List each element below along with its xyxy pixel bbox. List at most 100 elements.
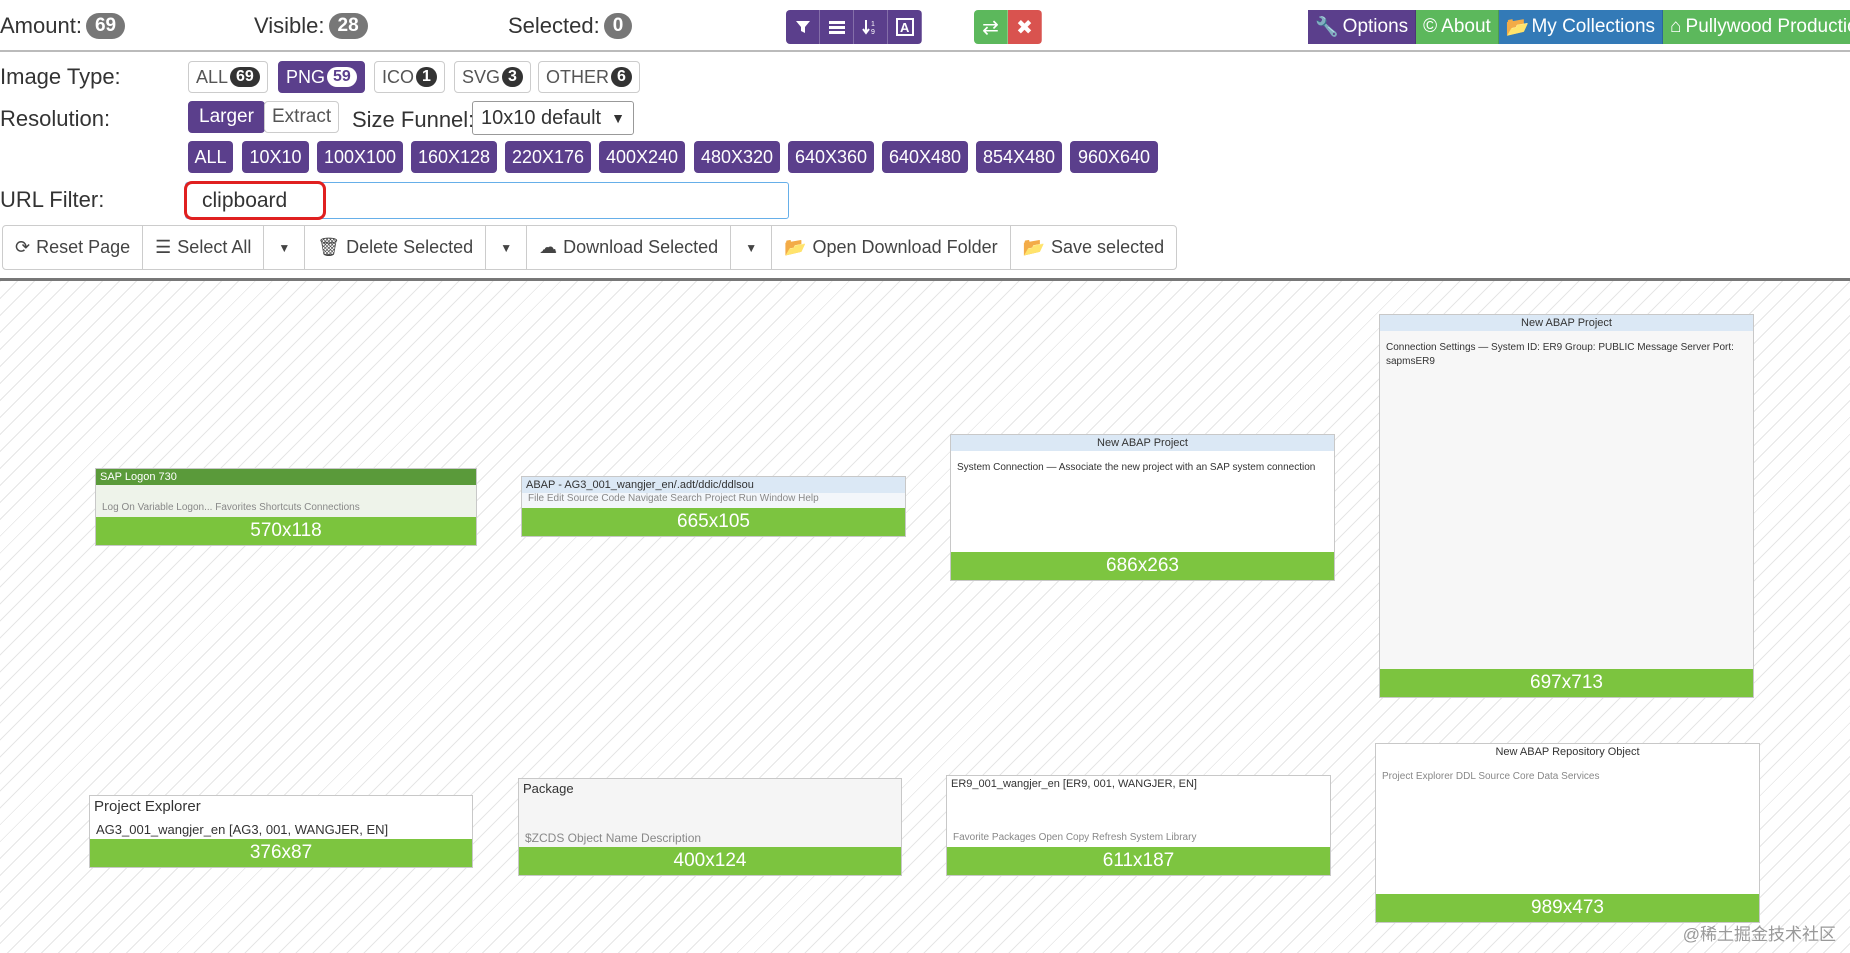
- size-funnel-label: Size Funnel:: [352, 107, 475, 132]
- thumb-content: $ZCDS Object Name Description: [525, 831, 702, 845]
- type-chip-other[interactable]: OTHER 6: [538, 61, 640, 93]
- action-bar: ⟳ Reset Page ☰ Select All ▼ 🗑 Delete Select…: [2, 225, 1178, 270]
- thumb-title: Package: [523, 781, 574, 796]
- thumb-content: System Connection — Associate the new pr…: [957, 462, 1316, 473]
- image-thumb[interactable]: New ABAP Project System Connection — Ass…: [950, 434, 1335, 581]
- res-220x176[interactable]: 220X176: [505, 141, 591, 173]
- wrench-icon: 🔧: [1315, 17, 1339, 38]
- about-button[interactable]: © About: [1416, 10, 1499, 44]
- filter-icon[interactable]: [786, 10, 820, 44]
- thumb-title: New ABAP Project: [1380, 315, 1753, 331]
- thumb-title: SAP Logon 730: [96, 469, 476, 485]
- pullywood-button[interactable]: ⌂ Pullywood Productio: [1663, 10, 1850, 44]
- download-dropdown-toggle[interactable]: ▼: [731, 226, 773, 269]
- thumb-content: Favorite Packages Open Copy Refresh Syst…: [953, 832, 1197, 843]
- type-label: ICO: [382, 66, 415, 87]
- res-854x480[interactable]: 854X480: [976, 141, 1062, 173]
- type-count: 1: [416, 67, 437, 87]
- image-thumb[interactable]: Package $ZCDS Object Name Description 40…: [518, 778, 902, 876]
- amount-label: Amount:: [0, 13, 82, 39]
- selected-label: Selected:: [508, 13, 600, 39]
- folder-open-icon: 📂: [1505, 17, 1530, 38]
- sort-icon[interactable]: 19: [854, 10, 888, 44]
- open-folder-label: Open Download Folder: [812, 237, 998, 257]
- delete-selected-button[interactable]: 🗑 Delete Selected: [305, 226, 487, 269]
- close-icon[interactable]: ✖: [1008, 10, 1042, 44]
- delete-dropdown-toggle[interactable]: ▼: [486, 226, 528, 269]
- visible-label: Visible:: [254, 13, 325, 39]
- size-label: 989x473: [1376, 894, 1759, 922]
- image-thumb[interactable]: ER9_001_wangjer_en [ER9, 001, WANGJER, E…: [946, 775, 1331, 876]
- res-480x320[interactable]: 480X320: [694, 141, 780, 173]
- about-label: About: [1441, 16, 1491, 37]
- type-label: ALL: [196, 66, 229, 87]
- reset-page-button[interactable]: ⟳ Reset Page: [3, 226, 144, 269]
- thumb-content: AG3_001_wangjer_en [AG3, 001, WANGJER, E…: [96, 822, 389, 837]
- res-640x480[interactable]: 640X480: [882, 141, 968, 173]
- my-collections-label: My Collections: [1531, 16, 1656, 37]
- highlight-annotation: [184, 181, 326, 220]
- select-all-button[interactable]: ☰ Select All: [143, 226, 265, 269]
- type-label: PNG: [286, 66, 326, 87]
- thumb-content: Log On Variable Logon... Favorites Short…: [102, 502, 360, 513]
- size-label: 686x263: [951, 552, 1334, 580]
- type-chip-svg[interactable]: SVG 3: [454, 61, 531, 93]
- caret-down-icon: ▼: [611, 110, 625, 126]
- thumb-content: Project Explorer DDL Source Core Data Se…: [1382, 771, 1600, 782]
- res-960x640[interactable]: 960X640: [1070, 141, 1158, 173]
- delete-label: Delete Selected: [346, 237, 474, 257]
- res-400x240[interactable]: 400X240: [599, 141, 685, 173]
- type-count: 6: [611, 67, 632, 87]
- select-dropdown-toggle[interactable]: ▼: [264, 226, 306, 269]
- text-icon[interactable]: A: [888, 10, 922, 44]
- image-thumb[interactable]: Project Explorer AG3_001_wangjer_en [AG3…: [89, 795, 473, 868]
- selected-badge: 0: [603, 13, 633, 40]
- type-label: SVG: [462, 66, 501, 87]
- save-selected-button[interactable]: 📂 Save selected: [1011, 226, 1177, 269]
- res-640x360[interactable]: 640X360: [788, 141, 874, 173]
- type-count: 3: [502, 67, 523, 87]
- options-button[interactable]: 🔧 Options: [1308, 10, 1417, 44]
- type-chip-png[interactable]: PNG 59: [278, 61, 365, 93]
- home-icon: ⌂: [1670, 16, 1682, 37]
- pullywood-label: Pullywood Productio: [1685, 16, 1850, 37]
- view-tools: 19 A: [786, 10, 922, 44]
- image-type-label: Image Type:: [0, 64, 121, 89]
- res-160x128[interactable]: 160X128: [411, 141, 497, 173]
- extract-button[interactable]: Extract: [264, 101, 340, 133]
- res-all[interactable]: ALL: [188, 141, 233, 173]
- thumb-title: New ABAP Repository Object: [1495, 746, 1640, 758]
- res-10x10[interactable]: 10X10: [242, 141, 309, 173]
- size-label: 665x105: [522, 508, 905, 536]
- download-selected-button[interactable]: ☁ Download Selected: [527, 226, 732, 269]
- list-icon[interactable]: [820, 10, 854, 44]
- open-download-folder-button[interactable]: 📂 Open Download Folder: [772, 226, 1011, 269]
- url-filter-label: URL Filter:: [0, 187, 105, 212]
- svg-text:1: 1: [871, 21, 875, 28]
- size-funnel-value: 10x10 default: [481, 106, 602, 129]
- res-100x100[interactable]: 100X100: [317, 141, 403, 173]
- image-thumb[interactable]: New ABAP Project Connection Settings — S…: [1379, 314, 1754, 698]
- list-icon: ☰: [155, 237, 172, 257]
- caret-down-icon: ▼: [278, 240, 291, 255]
- image-thumb[interactable]: SAP Logon 730 Log On Variable Logon... F…: [95, 468, 477, 546]
- main-nav: 🔧 Options © About 📂 My Collections ⌂ Pullywo…: [1308, 10, 1850, 44]
- larger-button[interactable]: Larger: [188, 101, 265, 133]
- my-collections-button[interactable]: 📂 My Collections: [1498, 10, 1664, 44]
- size-funnel-select[interactable]: 10x10 default ▼: [472, 101, 634, 135]
- image-thumb[interactable]: ABAP - AG3_001_wangjer_en/.adt/ddic/ddls…: [521, 476, 906, 537]
- type-chip-ico[interactable]: ICO 1: [374, 61, 445, 93]
- trash-icon: 🗑: [317, 237, 341, 257]
- image-thumb[interactable]: New ABAP Repository Object Project Explo…: [1375, 743, 1760, 923]
- cloud-download-icon: ☁: [539, 237, 558, 257]
- caret-down-icon: ▼: [500, 240, 513, 255]
- swap-icon[interactable]: ⇄: [974, 10, 1008, 44]
- watermark: @稀土掘金技术社区: [1682, 925, 1836, 944]
- caret-down-icon: ▼: [745, 240, 758, 255]
- swap-close-tools: ⇄ ✖: [974, 10, 1042, 44]
- thumb-title: New ABAP Project: [951, 435, 1334, 451]
- size-label: 611x187: [947, 847, 1330, 875]
- size-label: 570x118: [96, 517, 476, 545]
- type-count: 59: [327, 67, 357, 87]
- type-chip-all[interactable]: ALL 69: [188, 61, 268, 93]
